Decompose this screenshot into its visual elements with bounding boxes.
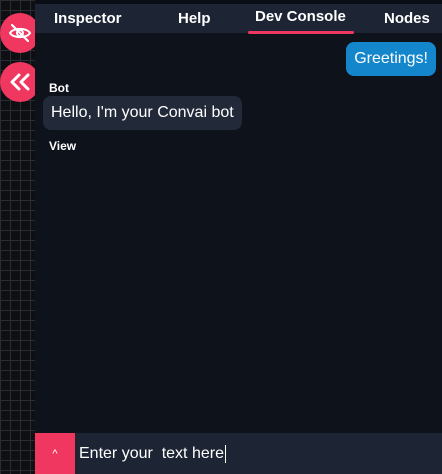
hide-ui-button[interactable]: [0, 13, 40, 53]
tab-dev-console[interactable]: Dev Console: [255, 8, 346, 25]
chat-text-input[interactable]: [79, 433, 435, 474]
expand-toggle-button[interactable]: ^: [35, 433, 75, 474]
active-tab-indicator: [248, 31, 354, 34]
tab-nodes[interactable]: Nodes: [384, 10, 430, 27]
view-link[interactable]: View: [49, 139, 76, 153]
user-message-bubble: Greetings!: [346, 42, 436, 76]
double-chevron-left-icon: [10, 73, 30, 91]
collapse-panel-button[interactable]: [0, 62, 40, 102]
text-caret: [225, 445, 226, 463]
chat-input-bar: ^: [35, 433, 442, 474]
bot-name-label: Bot: [49, 81, 69, 95]
tab-inspector[interactable]: Inspector: [54, 10, 122, 27]
tab-help[interactable]: Help: [178, 10, 211, 27]
tab-bar: Inspector Help Dev Console Nodes: [35, 0, 442, 34]
bot-message-bubble: Hello, I'm your Convai bot: [43, 96, 242, 130]
eye-slash-icon: [8, 23, 32, 43]
chat-panel: Inspector Help Dev Console Nodes Greetin…: [35, 0, 442, 474]
